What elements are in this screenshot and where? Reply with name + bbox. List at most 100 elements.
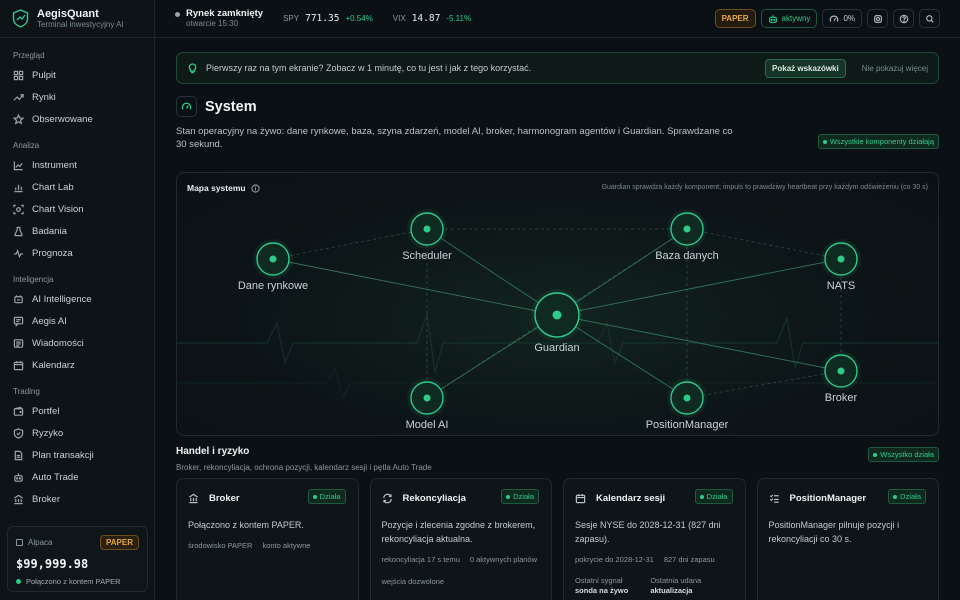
paper-mode-button[interactable]: PAPER	[714, 9, 756, 28]
hint-banner: Pierwszy raz na tym ekranie? Zobacz w 1 …	[176, 52, 939, 84]
card-positionmanager[interactable]: PositionManager Działa PositionManager p…	[756, 478, 939, 600]
card-title: PositionManager	[789, 493, 867, 504]
card-status-badge: Działa	[501, 489, 539, 504]
graph-node-nats[interactable]: NATS	[821, 239, 861, 292]
card-meta-item: 827 dni zapasu	[663, 555, 715, 564]
ticker-change: -5.11%	[446, 14, 472, 23]
page-description: Stan operacyjny na żywo: dane rynkowe, b…	[176, 126, 733, 150]
screenshot-button[interactable]	[867, 9, 888, 28]
card-badge-label: Działa	[900, 492, 921, 501]
help-icon	[899, 14, 908, 23]
vision-icon	[13, 204, 24, 214]
sidebar-item-broker[interactable]: Broker	[0, 488, 154, 510]
sidebar-item-badania[interactable]: Badania	[0, 220, 154, 242]
refresh-icon	[382, 493, 392, 504]
status-dot-icon	[893, 494, 898, 499]
brand-subtitle: Terminal inwestycyjny AI	[37, 19, 124, 29]
autotrade-status-button[interactable]: aktywny	[760, 9, 818, 28]
brand-name: AegisQuant	[37, 7, 99, 20]
sidebar-item-plan-transakcji[interactable]: Plan transakcji	[0, 444, 154, 466]
gauge-button[interactable]: 0%	[822, 9, 862, 28]
card-badge-label: Działa	[513, 492, 534, 501]
sidebar-item-instrument[interactable]: Instrument	[0, 154, 154, 176]
status-dot-icon	[873, 452, 878, 457]
sidebar-item-chart-vision[interactable]: Chart Vision	[0, 198, 154, 220]
card-meta-item: wejścia dozwolone	[381, 577, 445, 586]
market-opens: otwarcie 15:30	[186, 19, 239, 28]
topbar: Rynek zamknięty otwarcie 15:30 SPY 771.3…	[155, 0, 960, 38]
chart-line-icon	[13, 160, 23, 170]
sidebar-item-ai-intelligence[interactable]: AI Intelligence	[0, 288, 154, 310]
node-label: Scheduler	[402, 250, 452, 262]
node-dot	[683, 394, 691, 402]
status-dot-icon	[699, 494, 704, 499]
ticker-value: 14.87	[411, 13, 441, 24]
card-meta-item: konto aktywne	[262, 541, 311, 550]
chat-icon	[13, 316, 24, 327]
card-extra: Ostatni sygnał sonda na żywo Ostatnia udan…	[575, 576, 734, 596]
sidebar-nav: Przegląd Pulpit Rynki Obserwowane Analiza Ins…	[0, 38, 154, 510]
sidebar-item-prognoza[interactable]: Prognoza	[0, 242, 154, 264]
sidebar-item-wiadomości[interactable]: Wiadomości	[0, 332, 154, 354]
ticker-symbol: SPY	[283, 14, 300, 23]
ticker-spy[interactable]: SPY 771.35 +0.54%	[283, 13, 373, 24]
graph-node-database[interactable]: Baza danych	[655, 209, 719, 262]
gauge-icon	[830, 15, 839, 22]
card-title: Broker	[209, 493, 240, 504]
card-title: Kalendarz sesji	[596, 493, 666, 504]
card-broker[interactable]: Broker Działa Połączono z kontem PAPER. …	[176, 478, 359, 600]
graph-edge	[556, 314, 842, 372]
gauge-icon	[181, 102, 192, 110]
nav-section-title: Trading	[13, 387, 40, 396]
trading-cards: Broker Działa Połączono z kontem PAPER. …	[176, 478, 939, 600]
graph-node-model-ai[interactable]: Model AI	[406, 378, 449, 431]
graph-node-position-manager[interactable]: PositionManager	[646, 378, 729, 431]
status-dot-icon	[822, 139, 827, 144]
card-kalendarz-sesji[interactable]: Kalendarz sesji Działa Sesje NYSE do 202…	[563, 478, 746, 600]
card-meta-item: rekoncyliacja 17 s temu	[381, 555, 460, 564]
grid-icon	[13, 70, 24, 80]
graph-node-broker[interactable]: Broker	[821, 351, 861, 404]
sidebar: AegisQuant Terminal inwestycyjny AI Prze…	[0, 0, 155, 600]
sidebar-item-aegis-ai[interactable]: Aegis AI	[0, 310, 154, 332]
sidebar-item-pulpit[interactable]: Pulpit	[0, 64, 154, 86]
sidebar-item-kalendarz[interactable]: Kalendarz	[0, 354, 154, 376]
card-description: PositionManager pilnuje pozycji i rekonc…	[768, 520, 900, 544]
search-button[interactable]	[919, 9, 940, 28]
help-button[interactable]	[893, 9, 914, 28]
hint-text: Pierwszy raz na tym ekranie? Zobacz w 1 …	[206, 63, 532, 73]
card-rekoncyliacja[interactable]: Rekoncyliacja Działa Pozycje i zlecenia …	[369, 478, 552, 600]
brand[interactable]: AegisQuant Terminal inwestycyjny AI	[0, 0, 154, 38]
card-meta: pokrycie do 2028-12-31 827 dni zapasu	[575, 554, 734, 566]
account-status: Połączono z kontem PAPER	[26, 577, 121, 586]
ticker-vix[interactable]: VIX 14.87 -5.11%	[393, 13, 471, 24]
account-balance: $99,999.98	[16, 557, 89, 571]
account-card[interactable]: Alpaca PAPER $99,999.98 Połączono z kont…	[7, 526, 148, 592]
calendar-icon	[575, 494, 586, 504]
sidebar-item-label: Broker	[32, 493, 60, 505]
robot-icon	[768, 14, 777, 23]
sidebar-item-label: AI Intelligence	[32, 293, 92, 305]
sidebar-item-rynki[interactable]: Rynki	[0, 86, 154, 108]
ticker-change: +0.54%	[345, 14, 373, 23]
sidebar-item-label: Badania	[32, 225, 67, 237]
graph-node-guardian[interactable]: Guardian	[531, 289, 583, 354]
sidebar-item-auto-trade[interactable]: Auto Trade	[0, 466, 154, 488]
card-meta-item: pokrycie do 2028-12-31	[575, 555, 654, 564]
card-extra-value: aktualizacja	[650, 586, 693, 595]
document-icon	[14, 450, 23, 460]
sidebar-item-chart-lab[interactable]: Chart Lab	[0, 176, 154, 198]
card-description: Sesje NYSE do 2028-12-31 (827 dni zapasu…	[575, 520, 721, 544]
graph-node-scheduler[interactable]: Scheduler	[402, 209, 452, 262]
dismiss-hint-link[interactable]: Nie pokazuj więcej	[862, 64, 928, 73]
account-name: Alpaca	[28, 538, 53, 547]
flask-icon	[14, 226, 23, 236]
sidebar-item-obserwowane[interactable]: Obserwowane	[0, 108, 154, 130]
sparkle-icon	[14, 294, 23, 303]
sidebar-item-portfel[interactable]: Portfel	[0, 400, 154, 422]
show-hints-button[interactable]: Pokaż wskazówki	[765, 58, 846, 78]
graph-node-market-data[interactable]: Dane rynkowe	[238, 239, 308, 292]
sidebar-item-ryzyko[interactable]: Ryzyko	[0, 422, 154, 444]
node-label: Baza danych	[655, 250, 719, 262]
page-title: System	[205, 98, 257, 115]
